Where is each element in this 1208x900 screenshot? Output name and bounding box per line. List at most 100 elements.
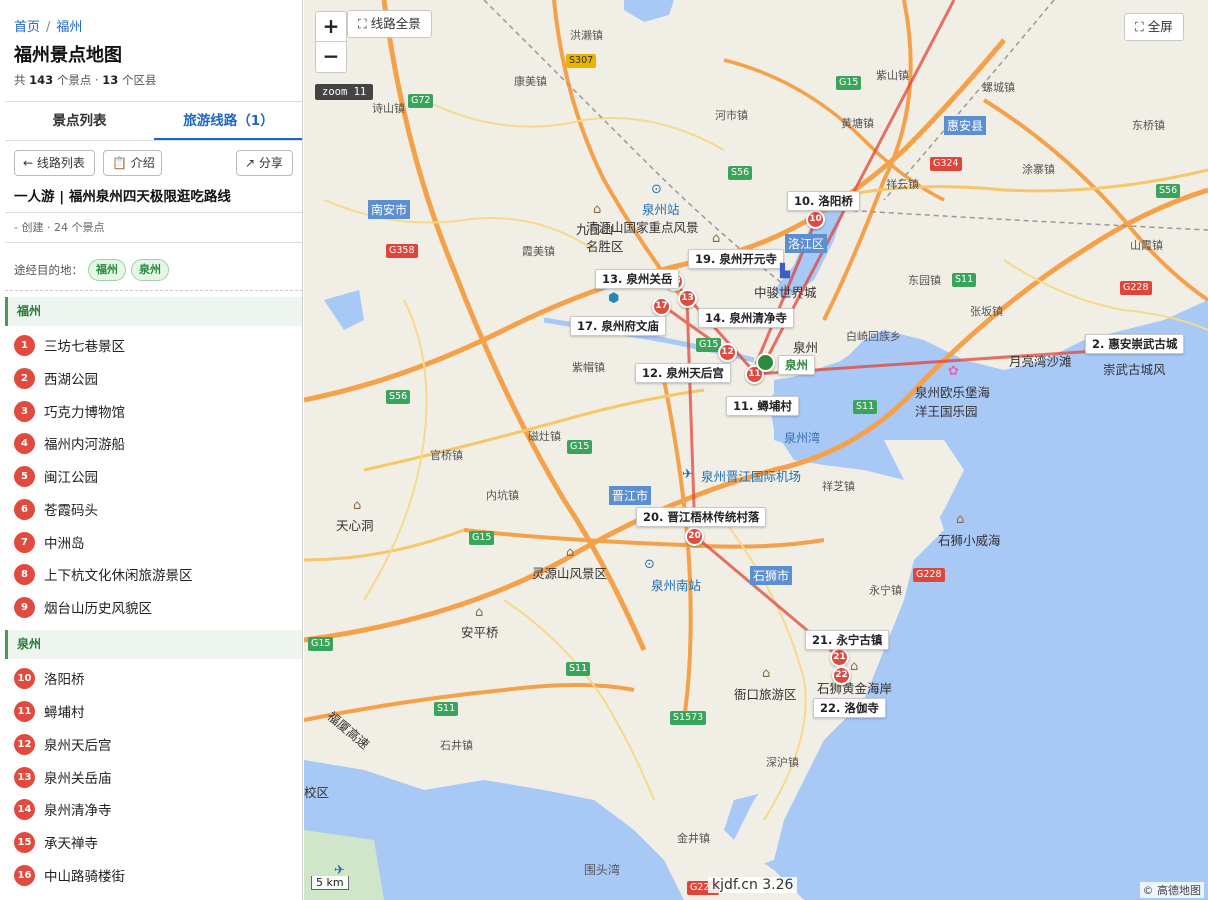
route-marker[interactable]: 20 xyxy=(685,527,704,546)
place-label: 安平桥 xyxy=(461,625,499,640)
spot-number: 1 xyxy=(14,334,35,356)
spot-name: 中洲岛 xyxy=(44,536,85,552)
list-item[interactable]: 8 上下杭文化休闲旅游景区 xyxy=(14,562,193,586)
temple-icon: ⌂ xyxy=(566,545,575,560)
dashed-divider xyxy=(5,290,302,291)
spot-name: 烟台山历史风貌区 xyxy=(44,601,152,617)
zoom-out-button[interactable]: − xyxy=(316,42,346,72)
train-station-icon: ⊙ xyxy=(651,182,662,197)
breadcrumb-fuzhou-link[interactable]: 福州 xyxy=(56,20,82,35)
spot-name: 巧克力博物馆 xyxy=(44,405,125,421)
minor-road xyxy=(1003,259,1208,331)
breadcrumb-separator: / xyxy=(46,20,51,35)
list-item[interactable]: 11 蟳埔村 xyxy=(14,699,85,723)
route-callout[interactable]: 20. 晋江梧林传统村落 xyxy=(636,507,767,527)
route-list-button[interactable]: ← 线路列表 xyxy=(14,150,95,176)
spot-number: 14 xyxy=(14,798,35,820)
route-marker[interactable]: 17 xyxy=(652,297,671,316)
zoom-in-button[interactable]: + xyxy=(316,12,346,42)
route-callout[interactable]: 11. 蟳埔村 xyxy=(726,396,799,416)
route-callout[interactable]: 12. 泉州天后宫 xyxy=(635,363,731,383)
district-label-huian: 惠安县 xyxy=(944,116,987,135)
route-callout[interactable]: 10. 洛阳桥 xyxy=(787,191,860,211)
list-item[interactable]: 2 西湖公园 xyxy=(14,366,98,390)
water-label: 泉州湾 xyxy=(784,431,821,445)
temple-icon: ⌂ xyxy=(593,202,602,217)
route-marker[interactable]: 12 xyxy=(718,343,737,362)
list-item[interactable]: 1 三坊七巷景区 xyxy=(14,333,125,357)
list-item[interactable]: 13 泉州关岳庙 xyxy=(14,765,112,789)
page-title: 福州景点地图 xyxy=(14,45,122,66)
destination-row: 途经目的地： 福州 泉州 xyxy=(14,259,169,281)
list-item[interactable]: 10 洛阳桥 xyxy=(14,666,85,690)
building-icon: ▙ xyxy=(780,264,790,279)
route-marker[interactable]: 22 xyxy=(832,666,851,685)
spot-name: 泉州关岳庙 xyxy=(44,771,112,787)
town-label: 张坂镇 xyxy=(970,305,1003,318)
route-marker[interactable]: 21 xyxy=(830,648,849,667)
road-badge: S307 xyxy=(566,54,597,68)
district-label-nanan: 南安市 xyxy=(368,200,411,219)
list-item[interactable]: 9 烟台山历史风貌区 xyxy=(14,595,152,619)
temple-icon: ⌂ xyxy=(762,666,771,681)
destination-tag-fuzhou[interactable]: 福州 xyxy=(88,259,126,281)
route-callout[interactable]: 14. 泉州清净寺 xyxy=(698,308,794,328)
lake xyxy=(624,0,674,22)
temple-icon: ⌂ xyxy=(956,512,965,527)
place-label: 灵源山风景区 xyxy=(532,566,608,581)
route-callout[interactable]: 17. 泉州府文庙 xyxy=(570,316,666,336)
road-badge: G228 xyxy=(913,568,945,582)
town-label: 涂寨镇 xyxy=(1022,163,1055,176)
intro-button[interactable]: 📋 介绍 xyxy=(103,150,162,176)
list-item[interactable]: 12 泉州天后宫 xyxy=(14,732,112,756)
tab-travel-routes[interactable]: 旅游线路（1） xyxy=(154,102,302,140)
road-badge: S11 xyxy=(853,400,878,414)
start-marker[interactable] xyxy=(756,353,775,372)
school-icon: ⬢ xyxy=(608,291,620,306)
list-item[interactable]: 15 承天禅寺 xyxy=(14,830,98,854)
route-overview-button[interactable]: ⛶ 线路全景 xyxy=(347,10,432,38)
train-station-icon: ⊙ xyxy=(644,557,655,572)
spot-name: 西湖公园 xyxy=(44,372,98,388)
list-item[interactable]: 3 巧克力博物馆 xyxy=(14,399,125,423)
list-item[interactable]: 14 泉州清净寺 xyxy=(14,797,112,821)
list-item[interactable]: 16 中山路骑楼街 xyxy=(14,863,125,887)
route-callout[interactable]: 19. 泉州开元寺 xyxy=(688,249,784,269)
destination-tag-quanzhou[interactable]: 泉州 xyxy=(131,259,169,281)
spot-name: 上下杭文化休闲旅游景区 xyxy=(44,568,193,584)
list-item[interactable]: 7 中洲岛 xyxy=(14,530,85,554)
place-label: 石狮小威海 xyxy=(938,533,1001,548)
fullscreen-button[interactable]: ⛶ 全屏 xyxy=(1124,13,1184,41)
list-item[interactable]: 4 福州内河游船 xyxy=(14,431,125,455)
route-marker[interactable]: 13 xyxy=(678,289,697,308)
route-marker[interactable]: 10 xyxy=(806,210,825,229)
spot-number: 9 xyxy=(14,596,35,618)
start-label[interactable]: 泉州 xyxy=(778,355,815,375)
route-callout[interactable]: 13. 泉州关岳 xyxy=(595,269,680,289)
spot-number: 7 xyxy=(14,531,35,553)
map-view[interactable]: 南安市 洛江区 惠安县 晋江市 石狮市 洪濑镇 康美镇 诗山镇 黄塘镇 河市镇 … xyxy=(304,0,1208,900)
highway-road xyxy=(463,528,825,549)
spot-name: 蟳埔村 xyxy=(44,705,85,721)
list-item[interactable]: 5 闽江公园 xyxy=(14,464,98,488)
place-label: 石狮黄金海岸 xyxy=(817,681,893,696)
tab-spot-list[interactable]: 景点列表 xyxy=(5,102,154,140)
temple-icon: ⌂ xyxy=(353,498,362,513)
list-item[interactable]: 6 苍霞码头 xyxy=(14,497,98,521)
spot-number: 16 xyxy=(14,864,35,886)
spot-number: 5 xyxy=(14,465,35,487)
share-button[interactable]: ↗ 分享 xyxy=(236,150,293,176)
city-label-quanzhou: 泉州 xyxy=(793,340,819,355)
road-badge: G15 xyxy=(308,637,334,651)
place-label: 崇武古城风 xyxy=(1103,362,1166,377)
reservoir xyxy=(324,290,364,330)
route-callout[interactable]: 22. 洛伽寺 xyxy=(813,698,886,718)
breadcrumb-home-link[interactable]: 首页 xyxy=(14,20,40,35)
route-callout[interactable]: 2. 惠安崇武古城 xyxy=(1085,334,1185,354)
town-label: 磁灶镇 xyxy=(528,430,561,443)
spot-name: 洛阳桥 xyxy=(44,672,85,688)
route-callout[interactable]: 21. 永宁古镇 xyxy=(805,630,890,650)
town-label: 金井镇 xyxy=(677,832,710,845)
spot-number: 6 xyxy=(14,498,35,520)
place-label: 校区 xyxy=(304,785,330,800)
